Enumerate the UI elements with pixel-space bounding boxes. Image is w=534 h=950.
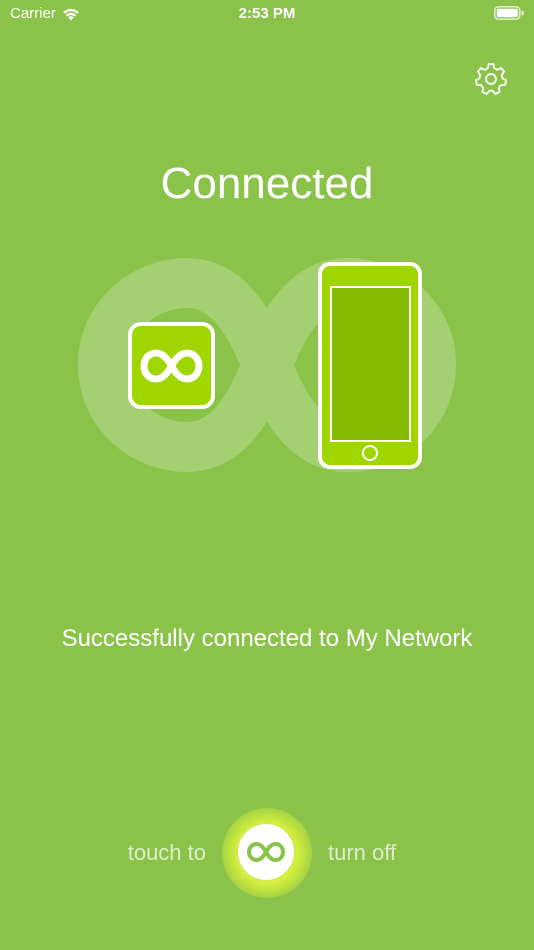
battery-icon — [494, 6, 524, 20]
status-time: 2:53 PM — [238, 5, 296, 22]
status-bar: Carrier 2:53 PM — [0, 0, 534, 28]
connection-status-title: Connected — [160, 159, 374, 208]
gear-icon — [474, 63, 508, 95]
turn-off-label: turn off — [328, 840, 397, 865]
connection-message: Successfully connected to My Network — [61, 625, 473, 652]
infinity-logo-icon — [247, 842, 285, 862]
power-toggle-button[interactable] — [236, 822, 296, 882]
infinity-logo-icon — [128, 322, 215, 409]
touch-to-label: touch to — [127, 840, 206, 865]
connection-illustration — [77, 257, 457, 473]
smartphone-icon — [318, 262, 422, 469]
settings-button[interactable] — [472, 60, 510, 98]
power-control: touch to turn off — [0, 800, 534, 906]
